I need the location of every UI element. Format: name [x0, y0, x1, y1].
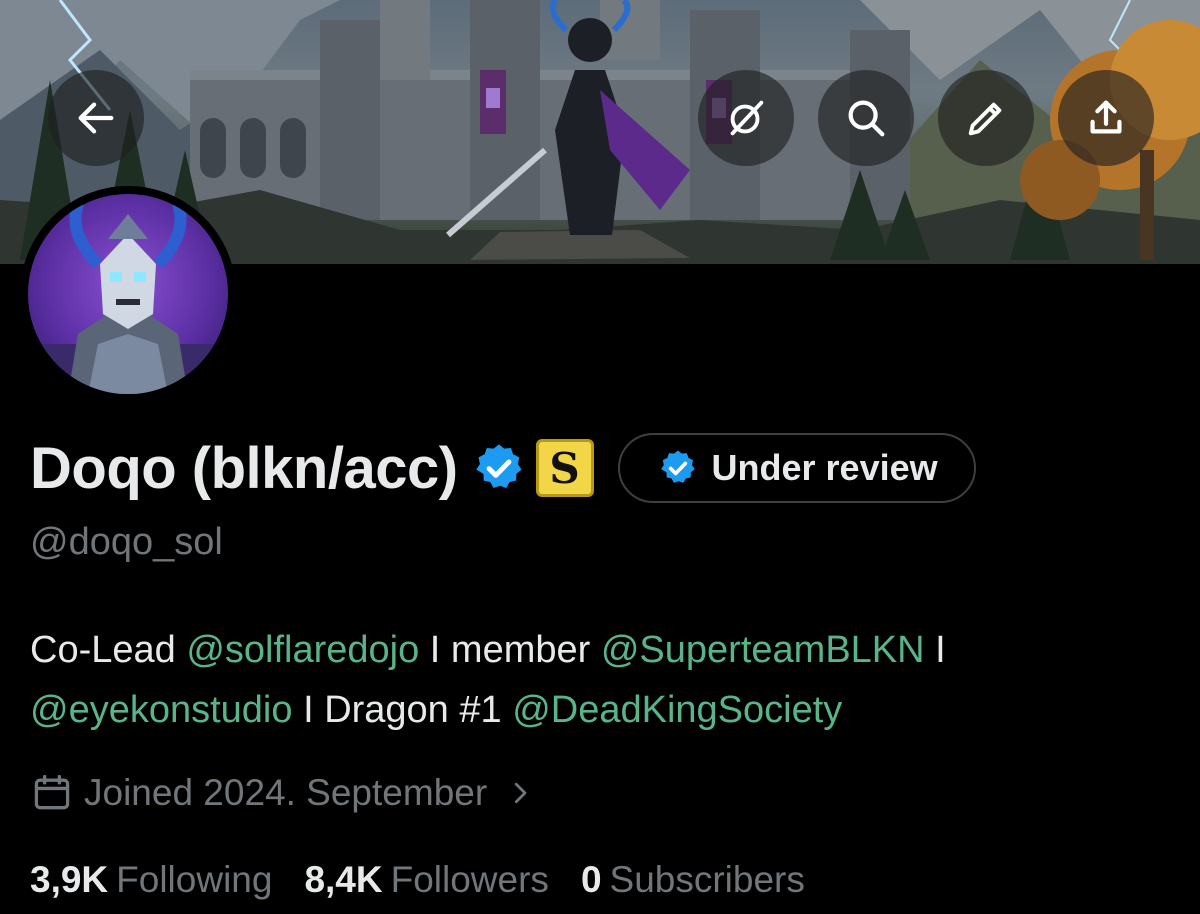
edit-button[interactable]: [938, 70, 1034, 166]
arrow-left-icon: [78, 102, 114, 134]
joined-date-label: Joined 2024. September: [84, 772, 488, 813]
subscribers-link[interactable]: 0 Subscribers: [581, 859, 805, 901]
grok-button[interactable]: [698, 70, 794, 166]
calendar-icon: [34, 774, 70, 810]
bio-text: I: [924, 629, 946, 671]
search-icon: [848, 100, 885, 137]
display-name: Doqo (blkn/acc): [30, 435, 458, 501]
avatar-frame[interactable]: [20, 186, 236, 402]
search-button[interactable]: [818, 70, 914, 166]
bio-line-2: @eyekonstudio I Dragon #1 @DeadKingSocie…: [30, 680, 1180, 740]
subscribers-label: Subscribers: [609, 859, 805, 900]
bio-text: I Dragon #1: [292, 689, 513, 731]
followers-label: Followers: [390, 859, 549, 900]
bio-line-1: Co-Lead @solflaredojo I member @Supertea…: [30, 620, 1180, 680]
verified-badge-icon: [660, 450, 695, 483]
affiliate-badge[interactable]: S: [535, 439, 594, 497]
following-label: Following: [116, 859, 273, 900]
under-review-label: Under review: [711, 447, 938, 488]
subscribers-count: 0: [580, 859, 602, 900]
avatar-artwork: [28, 202, 228, 394]
back-button[interactable]: [48, 70, 144, 166]
avatar: [28, 194, 228, 394]
mention-link[interactable]: @solflaredojo: [186, 629, 419, 671]
followers-count: 8,4K: [304, 859, 383, 900]
pencil-icon: [968, 102, 1002, 136]
profile-page: Doqo (blkn/acc) S Under review @doqo_sol…: [0, 0, 1200, 914]
grok-icon: [730, 100, 764, 136]
profile-name-row: Doqo (blkn/acc) S Under review: [30, 430, 976, 506]
chevron-right-icon: [515, 782, 527, 804]
joined-date-row[interactable]: Joined 2024. September: [30, 768, 535, 818]
under-review-button[interactable]: Under review: [617, 433, 976, 503]
profile-stats: 3,9K Following 8,4K Followers 0 Subscribers: [30, 856, 805, 904]
share-button[interactable]: [1058, 70, 1154, 166]
mention-link[interactable]: @DeadKingSociety: [512, 689, 842, 731]
verified-badge-icon[interactable]: [472, 441, 526, 495]
share-icon: [1090, 100, 1122, 134]
bio-text: Co-Lead: [30, 629, 187, 671]
handle: @doqo_sol: [30, 521, 223, 563]
affiliate-badge-glyph: S: [549, 443, 580, 493]
followers-link[interactable]: 8,4K Followers: [304, 859, 548, 901]
following-count: 3,9K: [30, 859, 109, 900]
bio: Co-Lead @solflaredojo I member @Supertea…: [30, 620, 1180, 740]
following-link[interactable]: 3,9K Following: [30, 859, 272, 901]
bio-text: I member: [419, 629, 601, 671]
mention-link[interactable]: @eyekonstudio: [30, 689, 293, 731]
mention-link[interactable]: @SuperteamBLKN: [601, 629, 925, 671]
